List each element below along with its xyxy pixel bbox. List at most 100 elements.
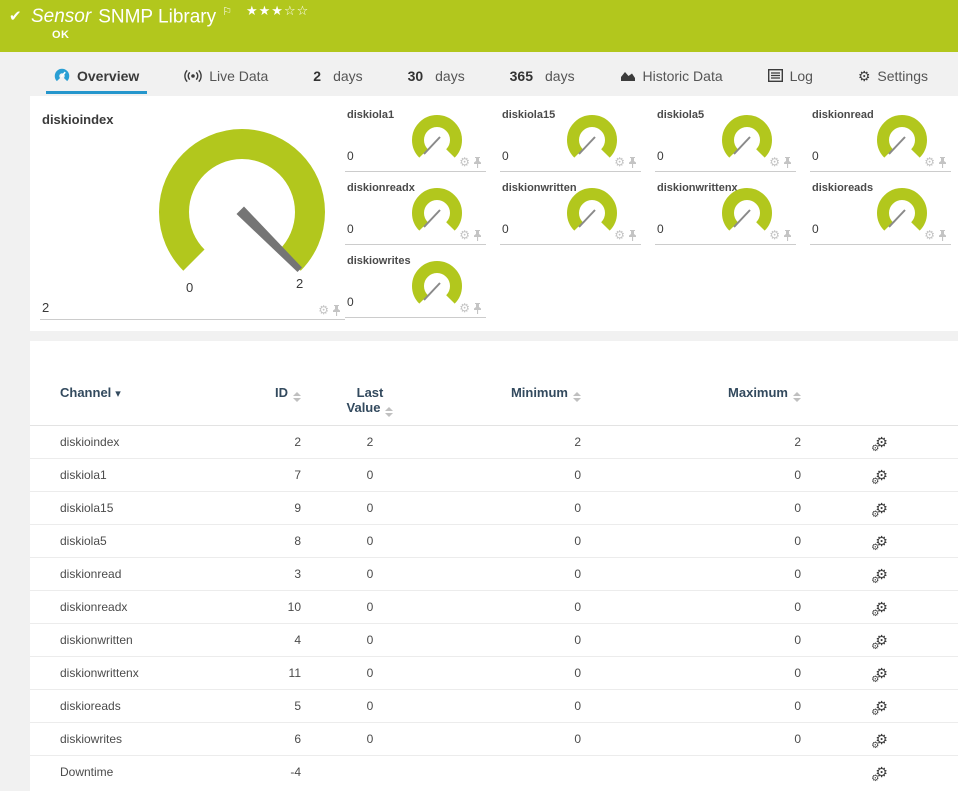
pin-icon[interactable] bbox=[938, 156, 947, 168]
tab-bar: Overview Live Data 2 days 30 days 365 da… bbox=[0, 62, 958, 94]
sensor-title: Sensor SNMP Library ⚐ ★★★☆☆ bbox=[31, 3, 309, 28]
channel-last-value: 0 bbox=[305, 524, 435, 558]
tab-label: Historic Data bbox=[642, 67, 723, 84]
channel-maximum bbox=[585, 755, 805, 789]
channel-id: 6 bbox=[245, 722, 305, 756]
gauge-name: diskiola5 bbox=[657, 109, 705, 121]
pin-icon[interactable] bbox=[628, 229, 637, 241]
channel-settings-icon[interactable]: ⚙ ⚙ bbox=[871, 567, 888, 585]
channel-settings-icon[interactable]: ⚙ ⚙ bbox=[871, 501, 888, 519]
channel-settings-icon[interactable]: ⚙ ⚙ bbox=[871, 666, 888, 684]
gauge bbox=[567, 115, 617, 158]
flag-icon[interactable]: ⚐ bbox=[222, 6, 232, 18]
tab-2-days[interactable]: 2 days bbox=[305, 62, 370, 94]
table-row: diskioindex 2 2 2 2 ⚙ ⚙ bbox=[30, 426, 958, 459]
gauge-cell: diskionwritten 0 ⚙ bbox=[500, 172, 641, 245]
tab-365-days[interactable]: 365 days bbox=[502, 62, 583, 94]
gauge-value: 0 bbox=[347, 295, 354, 309]
pin-icon[interactable] bbox=[783, 156, 792, 168]
channel-minimum: 2 bbox=[574, 435, 581, 449]
small-gauges-grid: diskiola1 0 ⚙ diskiola15 0 ⚙ diskiola5 0… bbox=[345, 99, 951, 318]
table-row: diskionread 3 0 0 0 ⚙ ⚙ bbox=[30, 557, 958, 591]
channel-settings-icon[interactable]: ⚙ ⚙ bbox=[871, 468, 888, 486]
gauges-panel: diskioindex 0 2 2 ⚙ diskiola1 0 ⚙ diskio… bbox=[30, 96, 958, 331]
gauge-settings-icon[interactable]: ⚙ bbox=[459, 302, 470, 314]
tab-30-days[interactable]: 30 days bbox=[400, 62, 473, 94]
channel-maximum: 0 bbox=[585, 656, 805, 690]
pin-icon[interactable] bbox=[473, 156, 482, 168]
pin-icon[interactable] bbox=[473, 302, 482, 314]
primary-gauge bbox=[159, 129, 325, 272]
status-ok-check-icon: ✔ bbox=[9, 8, 22, 25]
tab-settings[interactable]: ⚙ Settings bbox=[850, 62, 936, 94]
column-header-minimum[interactable]: Minimum bbox=[435, 341, 585, 426]
gauge-settings-icon[interactable]: ⚙ bbox=[769, 229, 780, 241]
channel-last-value: 0 bbox=[305, 623, 435, 657]
stars-empty: ☆☆ bbox=[283, 3, 310, 18]
gauge-settings-icon[interactable]: ⚙ bbox=[614, 229, 625, 241]
priority-stars[interactable]: ★★★☆☆ bbox=[246, 3, 309, 18]
channel-table-panel: Channel▾ ID Last Value Minimum Maximum bbox=[30, 341, 958, 791]
channel-name: diskioindex bbox=[60, 435, 120, 449]
gauge-settings-icon[interactable]: ⚙ bbox=[614, 156, 625, 168]
channel-settings-icon[interactable]: ⚙ ⚙ bbox=[871, 633, 888, 651]
column-header-last-value[interactable]: Last Value bbox=[305, 341, 435, 426]
pin-icon[interactable] bbox=[938, 229, 947, 241]
column-header-channel[interactable]: Channel ▾ bbox=[30, 341, 245, 426]
table-row: diskiola15 9 0 0 0 ⚙ ⚙ bbox=[30, 491, 958, 525]
gauge-settings-icon[interactable]: ⚙ bbox=[769, 156, 780, 168]
channel-name: diskionread bbox=[30, 557, 245, 591]
tab-log[interactable]: Log bbox=[760, 62, 821, 94]
channel-settings-icon[interactable]: ⚙ ⚙ bbox=[871, 600, 888, 618]
column-header-id[interactable]: ID bbox=[245, 341, 305, 426]
table-row: diskionreadx 10 0 0 0 ⚙ ⚙ bbox=[30, 590, 958, 624]
tab-historic-data[interactable]: Historic Data bbox=[612, 62, 731, 94]
tab-label: Log bbox=[789, 67, 813, 84]
gauge-settings-icon[interactable]: ⚙ bbox=[318, 304, 329, 316]
gauge-settings-icon[interactable]: ⚙ bbox=[459, 229, 470, 241]
channel-settings-icon[interactable]: ⚙ ⚙ bbox=[871, 699, 888, 717]
gauge-cell-actions: ⚙ bbox=[769, 156, 792, 168]
pin-icon[interactable] bbox=[628, 156, 637, 168]
tab-label: days bbox=[435, 67, 465, 84]
gauge bbox=[877, 188, 927, 231]
gauge-name: diskiola15 bbox=[502, 109, 556, 121]
channel-id: 9 bbox=[245, 491, 305, 525]
channel-settings-icon[interactable]: ⚙ ⚙ bbox=[871, 765, 888, 783]
pin-icon[interactable] bbox=[332, 304, 341, 316]
channel-id: 4 bbox=[245, 623, 305, 657]
tab-overview[interactable]: Overview bbox=[46, 62, 148, 94]
tab-live-data[interactable]: Live Data bbox=[176, 62, 276, 94]
gauge bbox=[412, 261, 462, 304]
gauge-value: 0 bbox=[502, 149, 509, 163]
tab-label: Overview bbox=[77, 67, 140, 84]
gauge-settings-icon[interactable]: ⚙ bbox=[924, 229, 935, 241]
gauge-settings-icon[interactable]: ⚙ bbox=[924, 156, 935, 168]
column-header-maximum[interactable]: Maximum bbox=[585, 341, 805, 426]
channel-settings-icon[interactable]: ⚙ ⚙ bbox=[871, 534, 888, 552]
gauge-cell: diskionreadx 0 ⚙ bbox=[345, 172, 486, 245]
channel-last-value: 0 bbox=[305, 656, 435, 690]
pin-icon[interactable] bbox=[783, 229, 792, 241]
settings-gear-icon: ⚙ bbox=[857, 67, 871, 84]
channel-settings-icon[interactable]: ⚙ ⚙ bbox=[871, 435, 888, 453]
channel-id: 5 bbox=[245, 689, 305, 723]
channel-name: diskionwrittenx bbox=[30, 656, 245, 690]
channel-minimum: 0 bbox=[435, 491, 585, 525]
gauge-cell-actions: ⚙ bbox=[924, 229, 947, 241]
gauge-cell: diskionread 0 ⚙ bbox=[810, 99, 951, 172]
gauge-name: diskioreads bbox=[812, 182, 874, 194]
channel-maximum: 0 bbox=[585, 722, 805, 756]
table-header-row: Channel ▾ ID Last Value Minimum Maximum bbox=[30, 341, 958, 426]
gauge-settings-icon[interactable]: ⚙ bbox=[459, 156, 470, 168]
gauge-cell: diskioreads 0 ⚙ bbox=[810, 172, 951, 245]
table-row: Downtime -4 ⚙ ⚙ bbox=[30, 755, 958, 789]
gauge-value: 0 bbox=[812, 149, 819, 163]
channel-minimum: 0 bbox=[435, 623, 585, 657]
gauge-cell: diskiola1 0 ⚙ bbox=[345, 99, 486, 172]
log-list-icon bbox=[767, 69, 783, 82]
pin-icon[interactable] bbox=[473, 229, 482, 241]
channel-settings-icon[interactable]: ⚙ ⚙ bbox=[871, 732, 888, 750]
gauge-cell-actions: ⚙ bbox=[459, 302, 482, 314]
sensor-name: SNMP Library bbox=[98, 6, 217, 28]
